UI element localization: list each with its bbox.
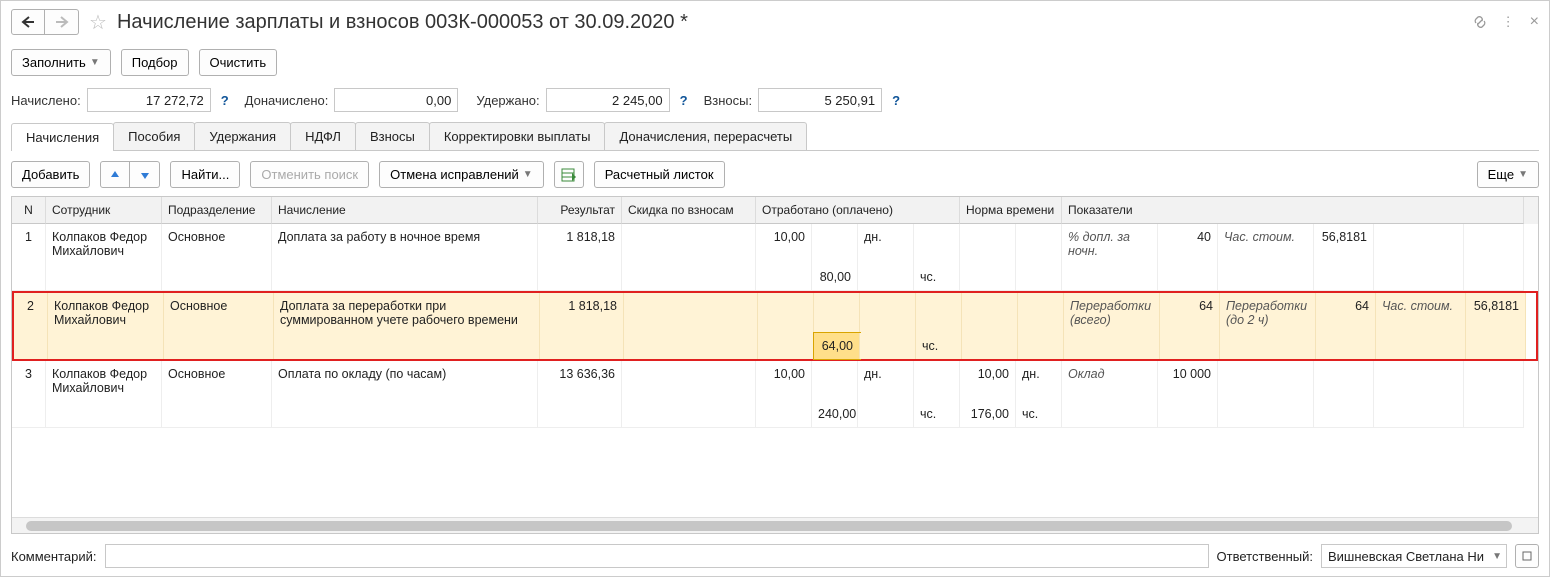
- more-button[interactable]: Еще▼: [1477, 161, 1539, 188]
- contributions-label: Взносы:: [704, 93, 753, 108]
- open-responsible-button[interactable]: [1515, 544, 1539, 568]
- move-down-button[interactable]: [130, 161, 160, 188]
- responsible-label: Ответственный:: [1217, 549, 1313, 564]
- chevron-down-icon[interactable]: ▼: [1492, 551, 1502, 562]
- deducted-label: Удержано:: [476, 93, 539, 108]
- tab-deductions[interactable]: Удержания: [194, 122, 291, 150]
- forward-button[interactable]: [45, 9, 79, 35]
- find-button[interactable]: Найти...: [170, 161, 240, 188]
- cancel-search-button[interactable]: Отменить поиск: [250, 161, 369, 188]
- help-icon[interactable]: ?: [221, 93, 229, 108]
- pick-button[interactable]: Подбор: [121, 49, 189, 76]
- add-row-button[interactable]: Добавить: [11, 161, 90, 188]
- move-up-button[interactable]: [100, 161, 130, 188]
- tab-accruals[interactable]: Начисления: [11, 123, 114, 151]
- horizontal-scrollbar[interactable]: [12, 517, 1538, 533]
- tabs: Начисления Пособия Удержания НДФЛ Взносы…: [11, 122, 1539, 151]
- contributions-field[interactable]: 5 250,91: [758, 88, 882, 112]
- tab-corrections[interactable]: Корректировки выплаты: [429, 122, 606, 150]
- clear-button[interactable]: Очистить: [199, 49, 278, 76]
- back-button[interactable]: [11, 9, 45, 35]
- tab-ndfl[interactable]: НДФЛ: [290, 122, 356, 150]
- tab-benefits[interactable]: Пособия: [113, 122, 195, 150]
- table-row[interactable]: 1 Колпаков Федор Михайлович Основное Доп…: [12, 224, 1538, 291]
- tab-contrib[interactable]: Взносы: [355, 122, 430, 150]
- tab-recalc[interactable]: Доначисления, перерасчеты: [604, 122, 807, 150]
- accrued-label: Начислено:: [11, 93, 81, 108]
- link-icon[interactable]: [1472, 14, 1488, 30]
- selected-cell[interactable]: 64,00: [814, 333, 860, 359]
- favorite-icon[interactable]: ☆: [89, 10, 107, 35]
- help-icon[interactable]: ?: [680, 93, 688, 108]
- comment-label: Комментарий:: [11, 549, 97, 564]
- fill-button[interactable]: Заполнить▼: [11, 49, 111, 76]
- additional-label: Доначислено:: [245, 93, 329, 108]
- accrued-field[interactable]: 17 272,72: [87, 88, 211, 112]
- additional-field[interactable]: 0,00: [334, 88, 458, 112]
- configure-table-button[interactable]: [554, 161, 584, 188]
- close-icon[interactable]: ×: [1530, 13, 1539, 31]
- comment-input[interactable]: [105, 544, 1209, 568]
- help-icon[interactable]: ?: [892, 93, 900, 108]
- deducted-field[interactable]: 2 245,00: [546, 88, 670, 112]
- payslip-button[interactable]: Расчетный листок: [594, 161, 725, 188]
- table-row[interactable]: 2 Колпаков Федор Михайлович Основное Доп…: [12, 291, 1538, 361]
- page-title: Начисление зарплаты и взносов 003К-00005…: [117, 11, 688, 34]
- responsible-field[interactable]: Вишневская Светлана Ни ▼: [1321, 544, 1507, 568]
- undo-corrections-button[interactable]: Отмена исправлений▼: [379, 161, 544, 188]
- table-row[interactable]: 3 Колпаков Федор Михайлович Основное Опл…: [12, 361, 1538, 428]
- kebab-icon[interactable]: ⋮: [1502, 14, 1516, 30]
- grid-header: N Сотрудник Подразделение Начисление Рез…: [12, 197, 1538, 224]
